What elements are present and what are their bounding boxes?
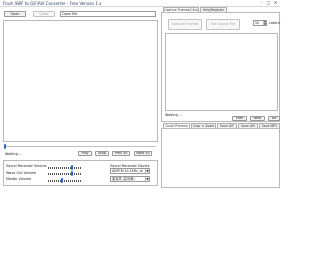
- open-button[interactable]: Open: [4, 11, 26, 17]
- device-select[interactable]: ADPCM 44.1KHz, st ▼: [110, 168, 150, 174]
- stop-button[interactable]: Stop: [95, 151, 109, 156]
- set-sound-file-button[interactable]: Set Sound File: [206, 19, 240, 30]
- recorder-volume-ticks: [48, 167, 82, 169]
- capture-prev-button[interactable]: Prev: [232, 116, 247, 121]
- play-button[interactable]: Play: [78, 151, 92, 156]
- title-bar: Flash SWF to GIF/AVI Converter - Free Ve…: [0, 0, 280, 7]
- close-icon[interactable]: ✕: [273, 1, 278, 5]
- file-path-input[interactable]: Open file: [60, 11, 156, 17]
- close-button[interactable]: Close: [33, 11, 55, 17]
- master-volume-thumb[interactable]: [61, 178, 64, 183]
- spin-arrows-icon[interactable]: ▲ ▼: [263, 20, 266, 25]
- next-50-button[interactable]: Next 50: [134, 151, 152, 156]
- wave-out-label: Wave Out Volume: [6, 171, 37, 175]
- device2-select-value: 麦克风 (高清晰): [112, 177, 135, 181]
- chevron-down-icon: ▼: [145, 177, 149, 181]
- timeline-track[interactable]: [4, 146, 156, 147]
- window-title: Flash SWF to GIF/AVI Converter - Free Ve…: [3, 1, 102, 6]
- latency-label: Latenc: [269, 21, 281, 25]
- chevron-down-icon: ▼: [145, 169, 149, 173]
- master-volume-ticks: [48, 180, 82, 182]
- capture-frames-button[interactable]: Capture Frames: [168, 19, 202, 30]
- maximize-icon[interactable]: □: [266, 1, 271, 5]
- minimize-icon[interactable]: –: [259, 1, 264, 5]
- capture-delete-button[interactable]: De: [268, 116, 280, 121]
- swf-preview-area: [3, 20, 158, 142]
- latency-spin[interactable]: 50 ▲ ▼: [253, 20, 267, 26]
- latency-spin-value: 50: [255, 21, 260, 25]
- timeline-thumb[interactable]: [4, 144, 6, 149]
- recorder-volume-label: Sound Recorder Volume: [6, 164, 47, 168]
- capture-next-button[interactable]: Next: [250, 116, 265, 121]
- capture-status: Waiting ...: [165, 113, 183, 117]
- device2-select[interactable]: 麦克风 (高清晰) ▼: [110, 176, 150, 182]
- wave-out-ticks: [48, 173, 82, 175]
- quick-preview-panel: [161, 128, 280, 188]
- player-status: Waiting ...: [5, 152, 23, 156]
- window-controls: – □ ✕: [259, 1, 278, 5]
- capture-preview-area: [165, 33, 278, 111]
- master-volume-label: Master Volume: [6, 177, 32, 181]
- device-select-value: ADPCM 44.1KHz, st: [112, 169, 143, 173]
- prev-50-button[interactable]: Prev 50: [112, 151, 130, 156]
